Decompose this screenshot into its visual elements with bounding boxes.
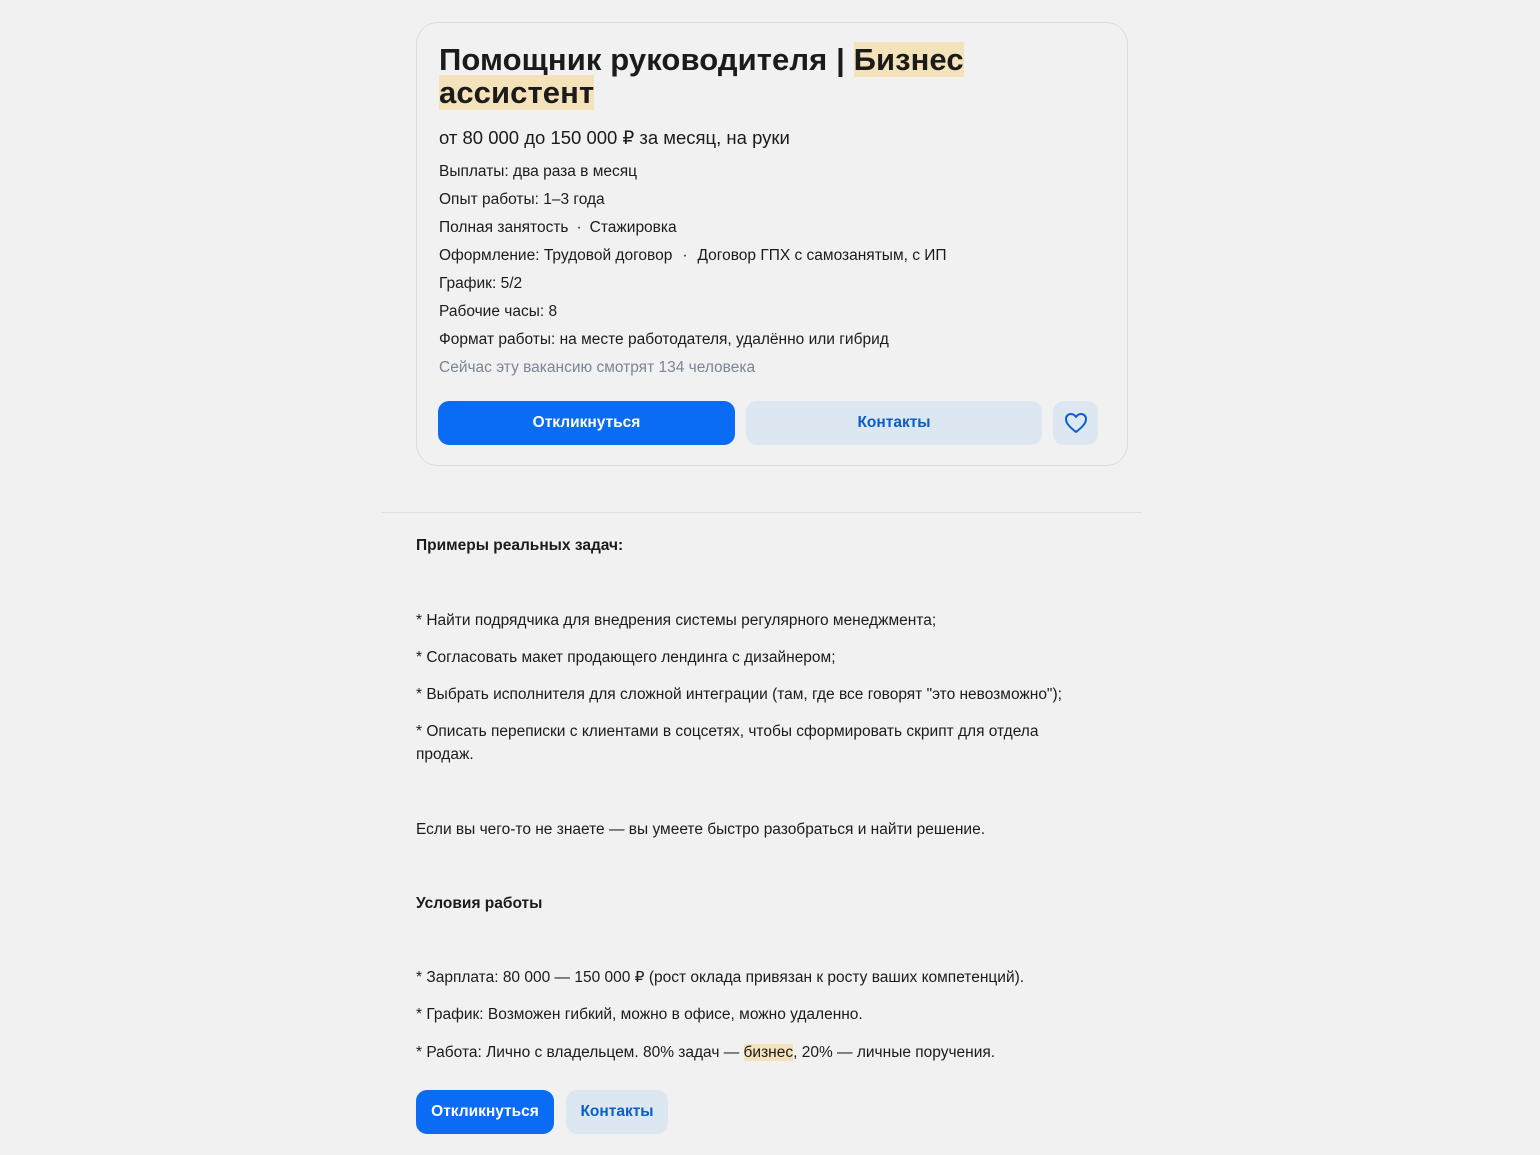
task-item: * Выбрать исполнителя для сложной интегр… xyxy=(416,686,1062,703)
section-divider xyxy=(382,512,1142,513)
condition-text: , 20% — личные поручения. xyxy=(793,1044,996,1061)
title-highlight: Бизнес xyxy=(853,42,964,77)
experience: Опыт работы: 1–3 года xyxy=(439,191,605,208)
solve-note: Если вы чего-то не знаете — вы умеете бы… xyxy=(416,821,986,838)
apply-button[interactable]: Откликнуться xyxy=(438,401,735,445)
viewers-count: Сейчас эту вакансию смотрят 134 человека xyxy=(439,359,756,376)
vacancy-facts: Выплаты: два раза в месяц Опыт работы: 1… xyxy=(439,158,947,382)
payouts: Выплаты: два раза в месяц xyxy=(439,163,638,180)
condition-highlight: бизнес xyxy=(743,1044,794,1061)
apply-button-bottom[interactable]: Откликнуться xyxy=(416,1090,554,1134)
heart-icon xyxy=(1064,413,1087,433)
working-hours: Рабочие часы: 8 xyxy=(439,303,558,320)
task-item: * Согласовать макет продающего лендинга … xyxy=(416,649,836,666)
registration: Оформление: Трудовой договор · Договор ГПХ… xyxy=(439,242,947,270)
title-highlight: ассистент xyxy=(439,75,595,110)
registration-type: Договор ГПХ с самозанятым, с ИП xyxy=(697,247,947,264)
contacts-button-bottom[interactable]: Контакты xyxy=(566,1090,668,1134)
separator: · xyxy=(682,247,688,264)
favorite-button[interactable] xyxy=(1053,401,1098,445)
employment-type: Полная занятость xyxy=(439,219,569,236)
vacancy-title: Помощник руководителя | Бизнес ассистент xyxy=(439,42,964,110)
employment: Полная занятость · Стажировка xyxy=(439,214,947,242)
work-format: Формат работы: на месте работодателя, уд… xyxy=(439,331,889,348)
tasks-heading: Примеры реальных задач: xyxy=(416,537,624,554)
vacancy-card: Помощник руководителя | Бизнес ассистент … xyxy=(416,22,1128,466)
employment-type: Стажировка xyxy=(589,219,677,236)
salary: от 80 000 до 150 000 ₽ за месяц, на руки xyxy=(439,127,790,148)
condition-item: * Зарплата: 80 000 — 150 000 ₽ (рост окл… xyxy=(416,969,1025,986)
condition-text: * Работа: Лично с владельцем. 80% задач … xyxy=(416,1044,744,1061)
task-item: * Описать переписки с клиентами в соцсет… xyxy=(416,723,1039,763)
conditions-heading: Условия работы xyxy=(416,895,543,912)
condition-item: * График: Возможен гибкий, можно в офисе… xyxy=(416,1006,863,1023)
registration-type: Оформление: Трудовой договор xyxy=(439,247,673,264)
contacts-button[interactable]: Контакты xyxy=(746,401,1042,445)
condition-item: * Работа: Лично с владельцем. 80% задач … xyxy=(416,1041,1116,1064)
separator: · xyxy=(576,219,582,236)
title-text: Помощник руководителя | xyxy=(439,42,854,77)
task-item: * Найти подрядчика для внедрения системы… xyxy=(416,612,937,629)
schedule: График: 5/2 xyxy=(439,275,523,292)
